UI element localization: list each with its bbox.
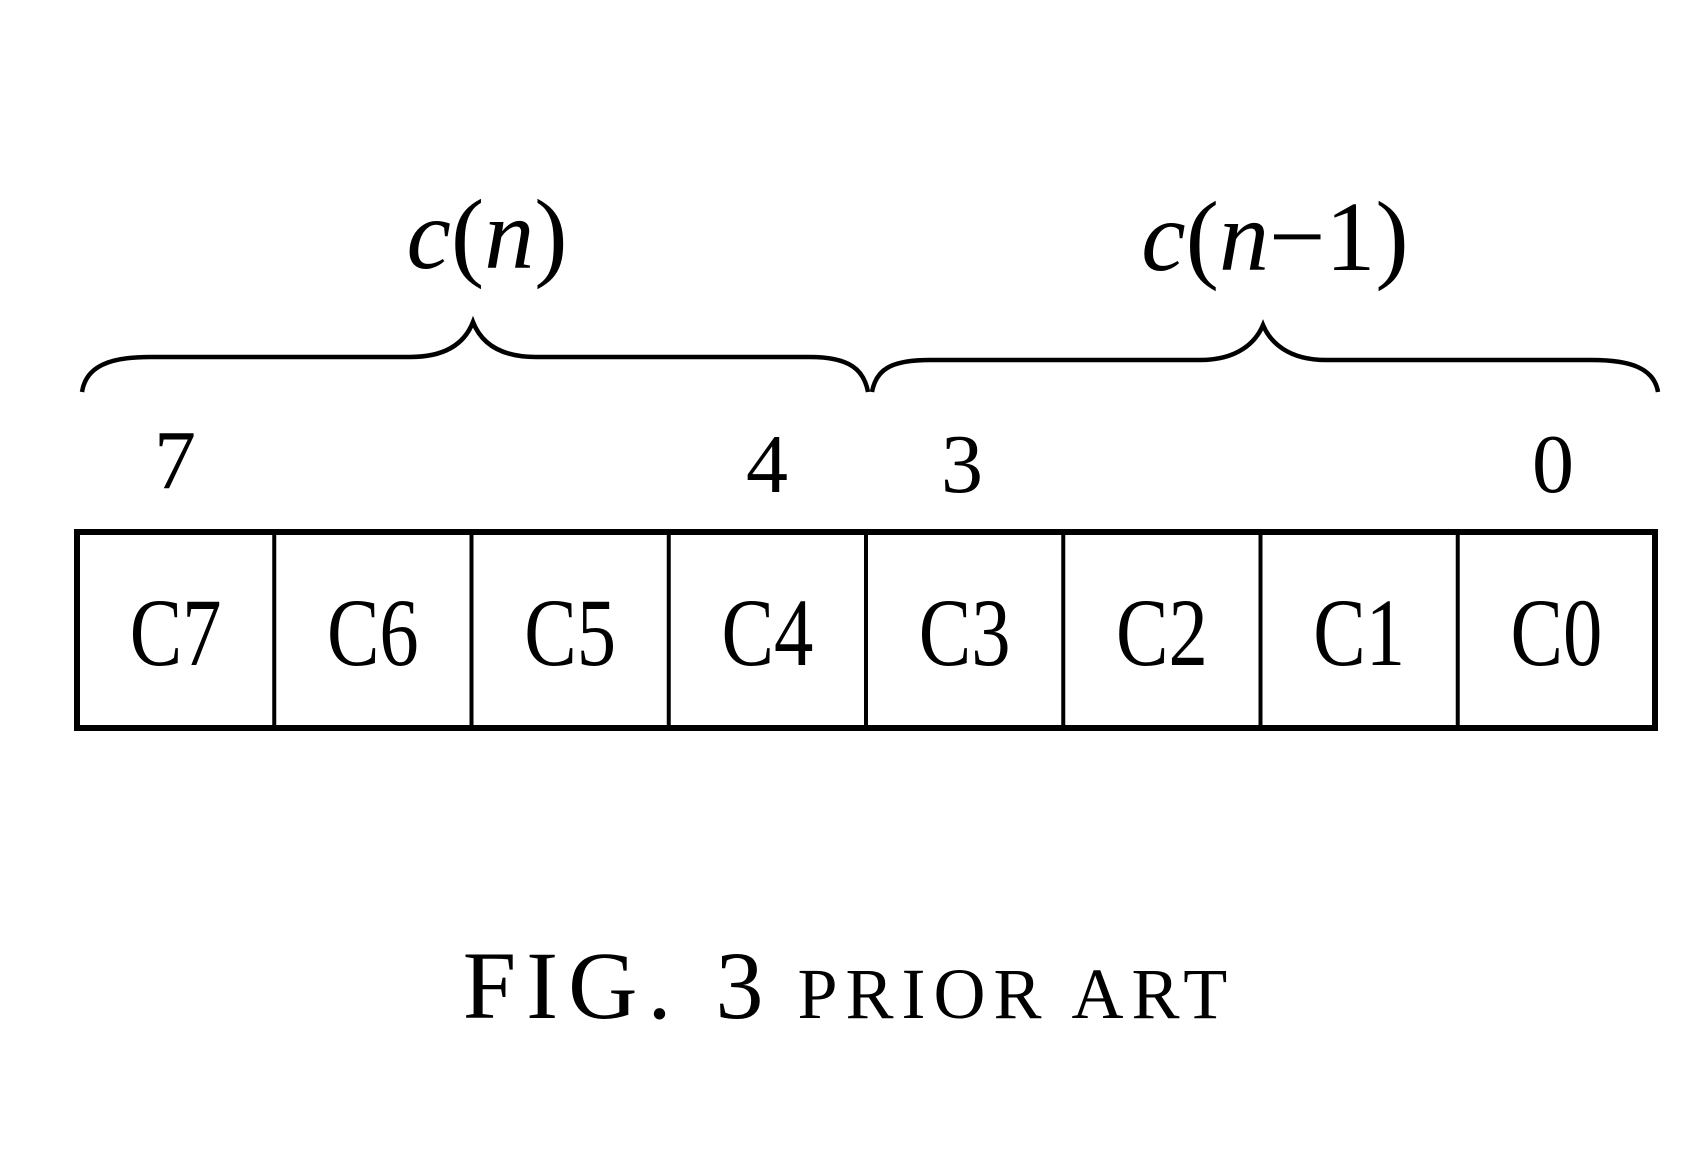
label-function-c: c [1141, 181, 1185, 292]
bit-number-7: 7 [154, 414, 196, 507]
figure-caption: FIG. 3 PRIOR ART [0, 930, 1698, 1041]
caption-prior-art: PRIOR ART [797, 954, 1236, 1034]
caption-figure-number: FIG. 3 [462, 932, 774, 1039]
label-close-paren: ) [1375, 181, 1408, 292]
brace-c-n-minus-1 [869, 319, 1661, 393]
bit-number-4: 4 [746, 418, 788, 511]
group-label-c-n-minus-1: c(n−1) [1141, 181, 1408, 292]
label-offset: −1 [1269, 181, 1375, 292]
label-close-paren: ) [534, 179, 567, 290]
bit-number-0: 0 [1532, 418, 1574, 511]
register-cell-c0: C0 [1510, 580, 1602, 686]
register-cell-c1: C1 [1313, 580, 1405, 686]
brace-c-n [79, 315, 871, 393]
label-open-paren: ( [451, 179, 484, 290]
register-cell-c6: C6 [327, 580, 419, 686]
register-cell-c3: C3 [919, 580, 1011, 686]
register-cell-c4: C4 [721, 580, 813, 686]
label-variable-n: n [484, 179, 534, 290]
bit-number-3: 3 [941, 418, 983, 511]
label-open-paren: ( [1186, 181, 1219, 292]
register-cell-c7: C7 [130, 580, 222, 686]
register-cell-c5: C5 [524, 580, 616, 686]
label-function-c: c [406, 179, 450, 290]
register-cell-c2: C2 [1116, 580, 1208, 686]
register-cells: C7 C6 C5 C4 C3 C2 C1 C0 [130, 532, 1602, 728]
label-variable-n: n [1219, 181, 1269, 292]
group-label-c-n: c(n) [406, 179, 567, 290]
